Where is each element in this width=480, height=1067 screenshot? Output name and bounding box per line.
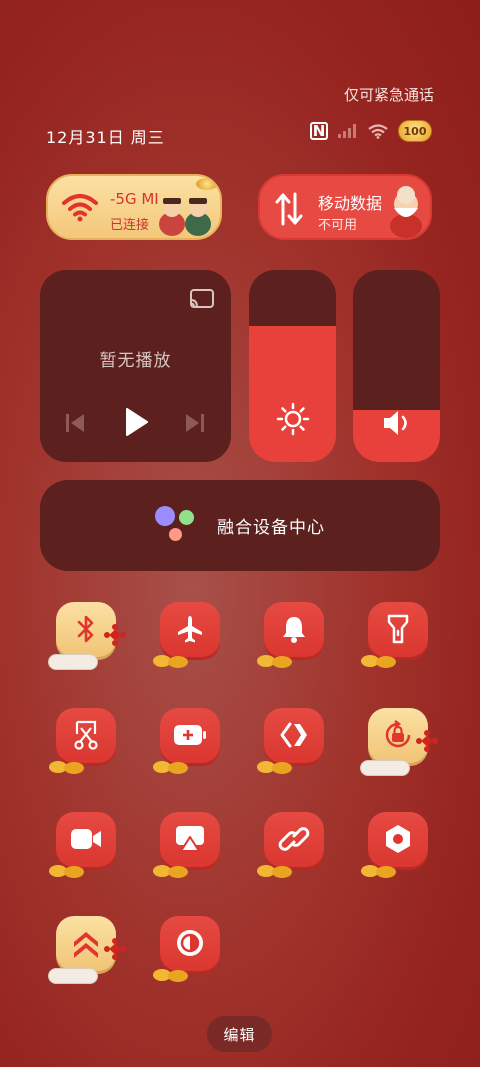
brightness-slider[interactable] [249, 270, 336, 462]
wifi-name: -5G MI [110, 190, 159, 208]
nearby-share-toggle[interactable] [257, 708, 324, 774]
gold-coins-decoration [153, 969, 188, 982]
wifi-toggle[interactable]: -5G MI 已连接 [46, 174, 222, 240]
chinese-knot-decoration [104, 624, 126, 646]
bluetooth-toggle[interactable] [48, 602, 126, 670]
share-arrows-icon [279, 720, 309, 754]
double-chevron-up-icon [71, 928, 101, 962]
fortune-god-decoration [390, 186, 422, 238]
airplane-icon [175, 614, 205, 648]
device-center-label: 融合设备中心 [217, 518, 325, 538]
chinese-knot-decoration [104, 938, 126, 960]
contrast-icon [175, 928, 205, 962]
screen-record-toggle[interactable] [49, 812, 116, 878]
gold-coins-decoration [257, 865, 292, 878]
battery-plus-icon [173, 724, 207, 750]
speaker-icon [353, 408, 440, 438]
cast-icon[interactable] [189, 288, 215, 314]
rotation-lock-toggle[interactable] [360, 708, 438, 776]
gold-coins-decoration [361, 865, 396, 878]
mobile-data-status: 不可用 [318, 218, 358, 233]
hexagon-gear-icon [383, 823, 413, 859]
gold-coins-decoration [257, 761, 292, 774]
gold-coins-decoration [153, 761, 188, 774]
battery-icon: 100 [398, 120, 432, 142]
emergency-call-text: 仅可紧急通话 [343, 86, 434, 104]
wifi-status: 已连接 [110, 218, 150, 233]
airplane-toggle[interactable] [153, 602, 220, 668]
mobile-data-toggle[interactable]: 移动数据 不可用 [258, 174, 432, 240]
sun-icon [249, 402, 336, 436]
bell-toggle[interactable] [257, 602, 324, 668]
cloud-decoration [48, 654, 98, 670]
gold-ingot-decoration [196, 178, 218, 190]
status-icons: N 100 [310, 120, 432, 142]
bluetooth-icon [75, 614, 97, 648]
link-icon [278, 823, 310, 859]
screen-cast-toggle[interactable] [153, 812, 220, 878]
cloud-decoration [48, 968, 98, 984]
bell-icon [280, 614, 308, 648]
screenshot-toggle[interactable] [49, 708, 116, 774]
edit-button[interactable]: 编辑 [207, 1016, 272, 1052]
gold-coins-decoration [361, 655, 396, 668]
wifi-icon [62, 192, 98, 226]
cloud-decoration [360, 760, 410, 776]
flashlight-toggle[interactable] [361, 602, 428, 668]
flashlight-icon [387, 613, 409, 649]
device-center-button[interactable]: 融合设备中心 [40, 480, 440, 571]
gold-coins-decoration [49, 761, 84, 774]
next-icon[interactable] [184, 410, 206, 440]
brightness-fill [249, 325, 336, 462]
settings-toggle[interactable] [361, 812, 428, 878]
mobile-data-name: 移动数据 [318, 194, 383, 213]
scissors-icon [71, 720, 101, 754]
mobile-data-icon [274, 192, 304, 230]
lock-rotate-icon [382, 719, 414, 755]
battery-saver-toggle[interactable] [153, 708, 220, 774]
gold-coins-decoration [257, 655, 292, 668]
cast-screen-icon [175, 825, 205, 857]
no-playback-text: 暂无播放 [99, 351, 172, 371]
performance-toggle[interactable] [48, 916, 126, 984]
media-player-card[interactable]: 暂无播放 [40, 270, 231, 462]
chinese-knot-decoration [416, 730, 438, 752]
date-text: 12月31日 周三 [46, 128, 165, 147]
nfc-icon: N [310, 122, 328, 140]
dark-mode-toggle[interactable] [153, 916, 220, 982]
wifi-status-icon [368, 123, 388, 139]
previous-icon[interactable] [64, 410, 86, 440]
signal-icon [338, 124, 358, 138]
link-toggle[interactable] [257, 812, 324, 878]
video-camera-icon [70, 828, 102, 854]
gold-coins-decoration [49, 865, 84, 878]
play-icon[interactable] [122, 406, 150, 442]
gold-coins-decoration [153, 655, 188, 668]
volume-slider[interactable] [353, 270, 440, 462]
gold-coins-decoration [153, 865, 188, 878]
new-year-figures-decoration [159, 198, 211, 236]
device-center-icon [155, 505, 199, 546]
